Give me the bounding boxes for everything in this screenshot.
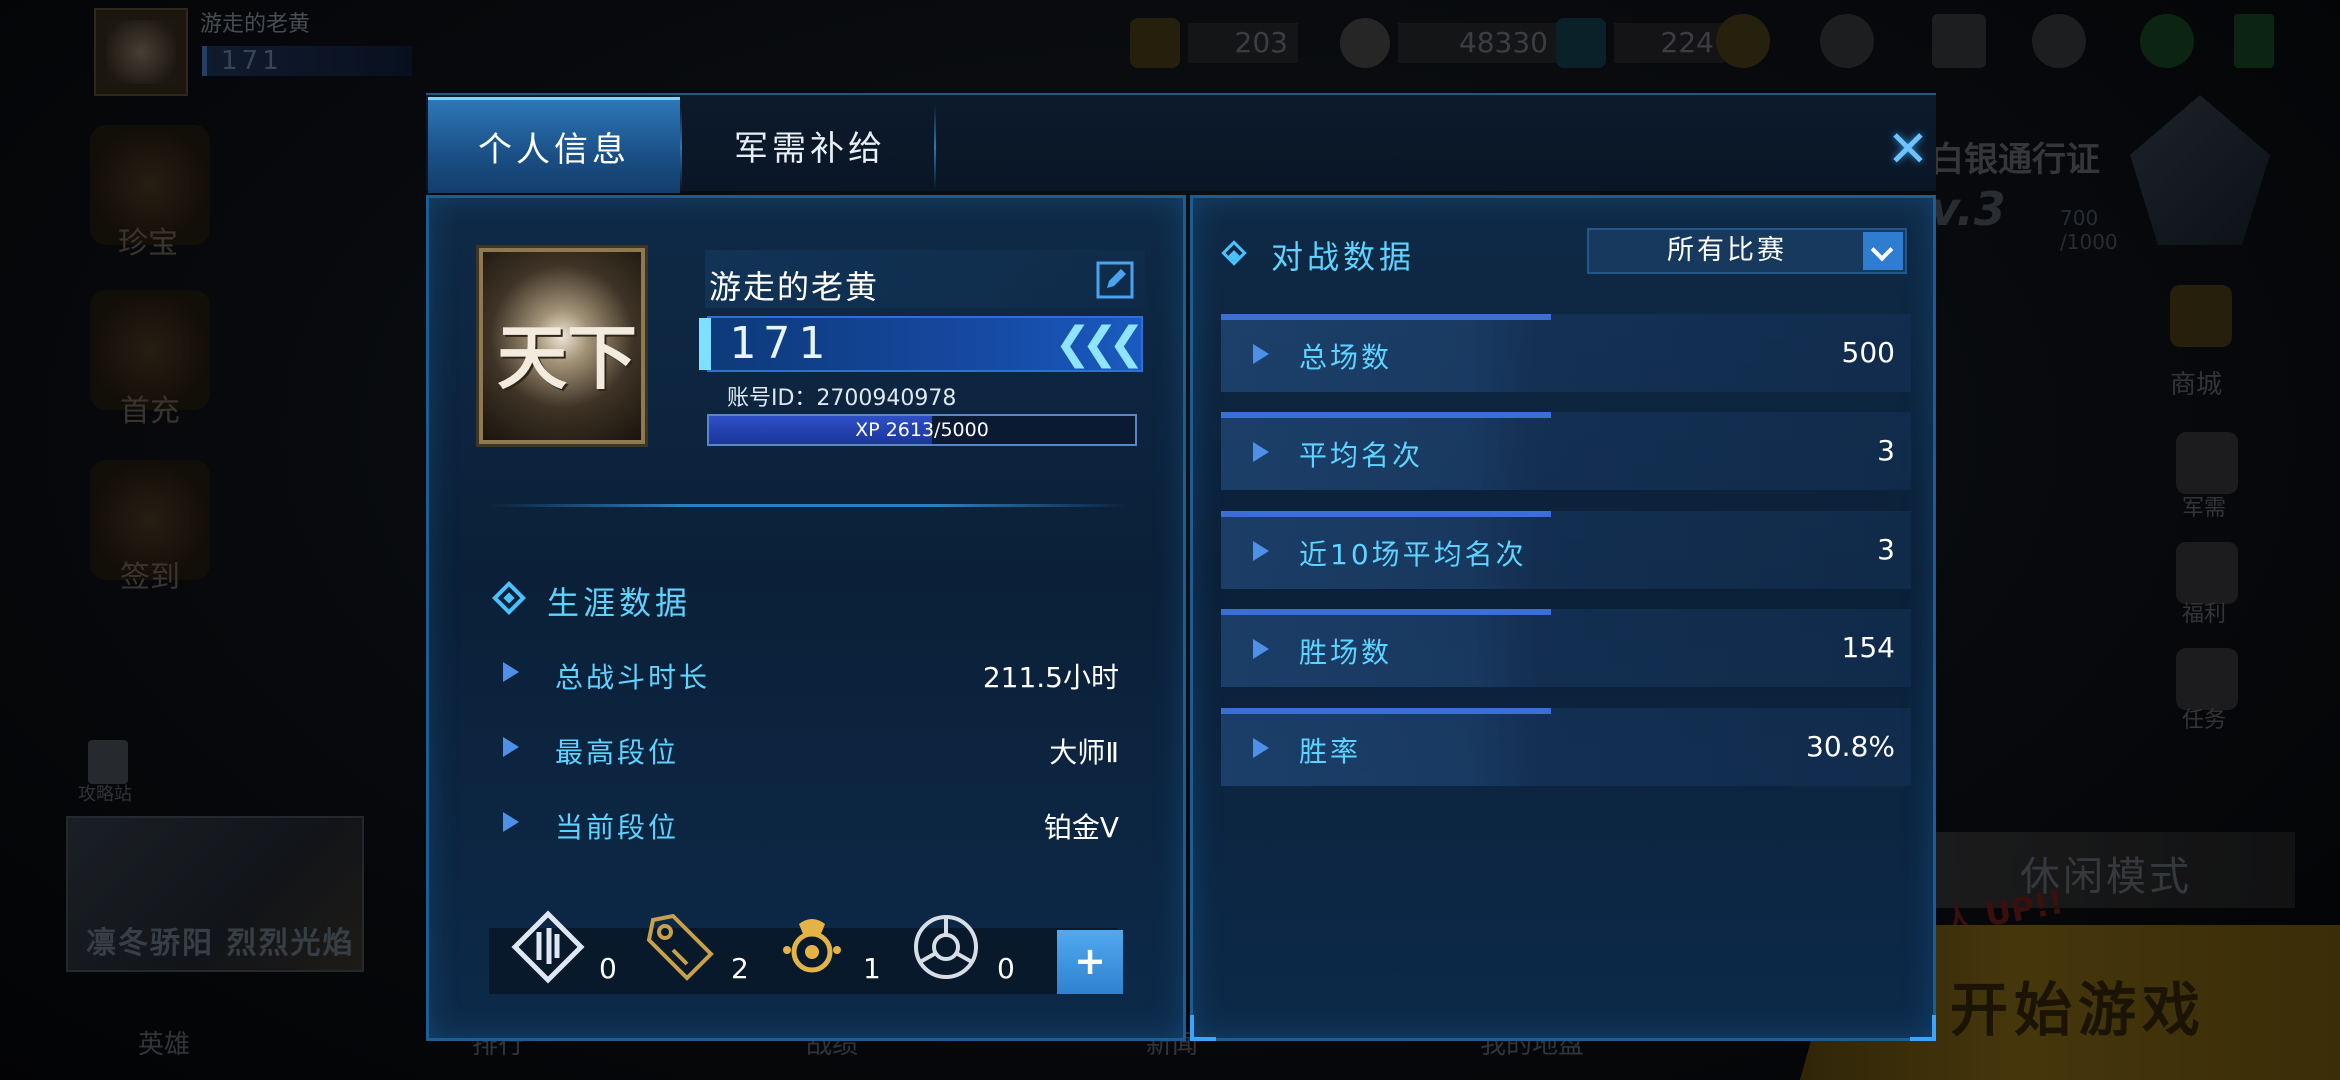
stat-row-average-rank: 平均名次 3	[1221, 412, 1911, 490]
career-row-current-rank: 当前段位 铂金Ⅴ	[489, 798, 1129, 848]
helmet-icon	[783, 919, 841, 973]
play-arrow-icon	[1253, 639, 1269, 659]
item-helmet[interactable]: 1	[753, 919, 883, 994]
tag-icon	[646, 913, 714, 981]
stat-label: 平均名次	[1299, 439, 1424, 472]
avatar-glyph: 天下	[497, 316, 637, 399]
tab-divider	[934, 105, 936, 189]
career-value: 铂金Ⅴ	[1043, 811, 1119, 844]
item-tag[interactable]: 2	[621, 913, 751, 994]
play-arrow-icon	[503, 737, 519, 757]
chevron-down-icon[interactable]	[1863, 232, 1903, 270]
profile-panel: 天下 游走的老黄 171 ❮❮❮ 账号ID：2700940978 XP 2613…	[426, 195, 1186, 1041]
match-filter-dropdown[interactable]: 所有比赛	[1587, 228, 1907, 274]
diamond-icon	[492, 581, 526, 615]
player-avatar[interactable]: 天下	[479, 248, 645, 444]
close-icon[interactable]: ✕	[1886, 124, 1930, 174]
level-notch	[699, 318, 711, 370]
stat-label: 胜率	[1299, 735, 1362, 768]
career-label: 总战斗时长	[555, 661, 711, 694]
xp-text: XP 2613/5000	[855, 419, 989, 441]
badge-icon	[511, 910, 585, 984]
career-row-highest-rank: 最高段位 大师Ⅱ	[489, 723, 1129, 773]
tab-personal-info[interactable]: 个人信息	[428, 97, 680, 193]
panel-corner	[1910, 1015, 1936, 1041]
play-arrow-icon	[503, 662, 519, 682]
section-divider	[489, 504, 1129, 507]
stat-label: 总场数	[1299, 341, 1393, 374]
stat-value: 154	[1841, 631, 1895, 664]
player-name-box: 游走的老黄	[705, 250, 1145, 308]
stat-value: 3	[1877, 533, 1895, 566]
career-value: 大师Ⅱ	[1049, 736, 1119, 769]
stat-row-wins: 胜场数 154	[1221, 609, 1911, 687]
level-bar: 171 ❮❮❮	[699, 316, 1145, 372]
play-arrow-icon	[1253, 738, 1269, 758]
tab-strip: 个人信息 军需补给 ✕	[426, 93, 1936, 193]
stat-label: 胜场数	[1299, 636, 1393, 669]
career-data-title: 生涯数据	[547, 584, 692, 622]
item-compass[interactable]: 0	[887, 915, 1017, 994]
compass-icon	[914, 915, 978, 979]
match-filter-value: 所有比赛	[1667, 235, 1787, 266]
play-arrow-icon	[1253, 442, 1269, 462]
diamond-icon	[1221, 240, 1247, 266]
career-value: 211.5小时	[982, 661, 1119, 694]
xp-bar: XP 2613/5000	[707, 414, 1137, 446]
career-label: 最高段位	[555, 736, 680, 769]
career-label: 当前段位	[555, 811, 680, 844]
stat-label: 近10场平均名次	[1299, 538, 1527, 571]
item-badge[interactable]: 0	[489, 910, 619, 994]
stat-row-total-games: 总场数 500	[1221, 314, 1911, 392]
item-count: 1	[863, 952, 881, 985]
stat-row-win-rate: 胜率 30.8%	[1221, 708, 1911, 786]
stat-value: 500	[1841, 336, 1895, 369]
item-bar: 0 2 1 0 +	[489, 910, 1123, 994]
play-arrow-icon	[1253, 541, 1269, 561]
account-id: 账号ID：2700940978	[727, 386, 957, 411]
item-count: 0	[997, 952, 1015, 985]
panel-corner	[1190, 1015, 1216, 1041]
item-count: 2	[731, 952, 749, 985]
battle-data-panel: 对战数据 所有比赛 总场数 500 平均名次 3 近10场平均名次 3 胜场数 …	[1190, 195, 1936, 1041]
tab-supply[interactable]: 军需补给	[682, 97, 938, 193]
play-arrow-icon	[503, 812, 519, 832]
player-name: 游走的老黄	[709, 268, 880, 306]
player-level: 171	[729, 318, 833, 369]
stat-row-recent10-rank: 近10场平均名次 3	[1221, 511, 1911, 589]
play-arrow-icon	[1253, 344, 1269, 364]
career-row-total-time: 总战斗时长 211.5小时	[489, 648, 1129, 698]
stat-value: 30.8%	[1806, 730, 1895, 763]
edit-name-icon[interactable]	[1095, 260, 1135, 300]
chevron-left-icon: ❮❮❮	[1054, 318, 1145, 369]
item-count: 0	[599, 952, 617, 985]
battle-data-title: 对战数据	[1271, 238, 1416, 276]
profile-modal: 个人信息 军需补给 ✕ 天下 游走的老黄 171 ❮❮❮ 账号ID：270094…	[426, 93, 1936, 1041]
stat-value: 3	[1877, 434, 1895, 467]
add-item-button[interactable]: +	[1057, 930, 1123, 994]
